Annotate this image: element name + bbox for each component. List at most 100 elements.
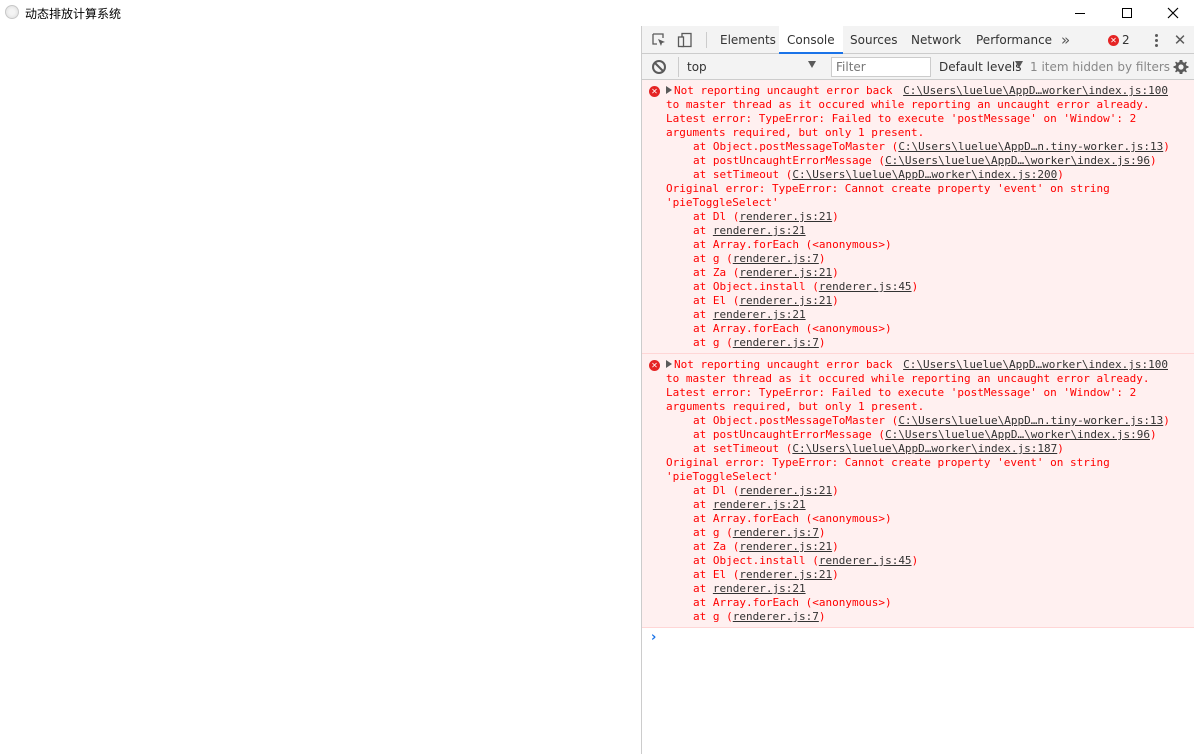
stack-source-link[interactable]: renderer.js:7 [733, 610, 819, 623]
stack-text: 'pieToggleSelect' [666, 470, 779, 483]
stack-line: at Array.forEach (<anonymous>) [666, 512, 1194, 526]
stack-source-link[interactable]: renderer.js:7 [733, 526, 819, 539]
stack-line: at setTimeout (C:\Users\luelue\AppD…work… [666, 442, 1194, 456]
stack-source-link[interactable]: C:\Users\luelue\AppD…n.tiny-worker.js:13 [898, 140, 1163, 153]
stack-line: at renderer.js:21 [666, 498, 1194, 512]
stack-text: at Object.postMessageToMaster ( [693, 140, 899, 153]
close-window-button[interactable] [1150, 0, 1194, 26]
stack-source-link[interactable]: C:\Users\luelue\AppD…\worker\index.js:96 [885, 428, 1150, 441]
stack-line: Latest error: TypeError: Failed to execu… [666, 112, 1194, 126]
console-toolbar: top Default levels 1 item hidden by filt… [642, 54, 1194, 80]
close-icon [1167, 7, 1179, 19]
message-header-text: Not reporting uncaught error back [674, 84, 893, 97]
stack-source-link[interactable]: C:\Users\luelue\AppD…worker\index.js:200 [792, 168, 1057, 181]
maximize-button[interactable] [1104, 0, 1150, 26]
close-devtools-button[interactable]: ✕ [1169, 26, 1191, 54]
stack-line: to master thread as it occured while rep… [666, 372, 1194, 386]
error-icon: ✕ [649, 86, 660, 97]
stack-line: 'pieToggleSelect' [666, 196, 1194, 210]
message-source-link[interactable]: C:\Users\luelue\AppD…worker\index.js:100 [899, 84, 1168, 98]
stack-source-link[interactable]: renderer.js:21 [713, 582, 806, 595]
stack-line: Original error: TypeError: Cannot create… [666, 456, 1194, 470]
stack-text: ) [911, 554, 919, 567]
stack-line: arguments required, but only 1 present. [666, 126, 1194, 140]
stack-text: at postUncaughtErrorMessage ( [693, 154, 886, 167]
stack-text: ) [1057, 442, 1064, 455]
stack-text: ) [818, 526, 826, 539]
stack-line: arguments required, but only 1 present. [666, 400, 1194, 414]
stack-line: at Za (renderer.js:21) [666, 266, 1194, 280]
stack-source-link[interactable]: renderer.js:21 [713, 224, 806, 237]
stack-line: at Array.forEach (<anonymous>) [666, 596, 1194, 610]
stack-text: arguments required, but only 1 present. [666, 126, 925, 139]
devtools-menu-button[interactable] [1147, 26, 1165, 54]
stack-text: ) [832, 210, 839, 223]
stack-text: at El ( [693, 294, 740, 307]
stack-source-link[interactable]: renderer.js:7 [733, 336, 819, 349]
stack-text: at g ( [693, 610, 733, 623]
message-source-link[interactable]: C:\Users\luelue\AppD…worker\index.js:100 [899, 358, 1168, 372]
stack-source-link[interactable]: renderer.js:21 [739, 266, 832, 279]
stack-line: at g (renderer.js:7) [666, 610, 1194, 624]
stack-text: ) [832, 568, 839, 581]
stack-source-link[interactable]: C:\Users\luelue\AppD…worker\index.js:187 [792, 442, 1057, 455]
tab-network[interactable]: Network [909, 26, 963, 54]
stack-line: at Object.install (renderer.js:45) [666, 280, 1194, 294]
stack-source-link[interactable]: renderer.js:21 [713, 308, 806, 321]
tab-console[interactable]: Console [779, 26, 843, 54]
stack-text: at g ( [693, 252, 733, 265]
stack-line: at setTimeout (C:\Users\luelue\AppD…work… [666, 168, 1194, 182]
clear-console-icon[interactable] [652, 60, 666, 74]
expand-triangle-icon[interactable] [666, 360, 672, 368]
console-error-message: ✕ Not reporting uncaught error back C:\Use… [642, 80, 1194, 354]
filter-input[interactable] [831, 57, 931, 77]
stack-text: ) [1163, 414, 1170, 427]
more-tabs-button[interactable]: » [1059, 26, 1072, 54]
message-header-text: Not reporting uncaught error back [674, 358, 893, 371]
stack-line: Latest error: TypeError: Failed to execu… [666, 386, 1194, 400]
tab-elements[interactable]: Elements [718, 26, 778, 54]
stack-source-link[interactable]: renderer.js:21 [713, 498, 806, 511]
tab-sources[interactable]: Sources [848, 26, 899, 54]
stack-line: at Array.forEach (<anonymous>) [666, 238, 1194, 252]
tab-performance[interactable]: Performance [974, 26, 1054, 54]
inspect-element-button[interactable] [646, 26, 672, 54]
console-prompt[interactable]: › [642, 628, 1194, 648]
stack-text: ) [832, 484, 839, 497]
context-selector[interactable]: top [678, 57, 822, 77]
stack-source-link[interactable]: renderer.js:45 [819, 280, 912, 293]
stack-source-link[interactable]: renderer.js:21 [739, 210, 832, 223]
stack-text: ) [1149, 154, 1157, 167]
stack-line: at renderer.js:21 [666, 308, 1194, 322]
stack-text: Original error: TypeError: Cannot create… [666, 456, 1110, 469]
stack-source-link[interactable]: renderer.js:21 [739, 568, 832, 581]
error-counter[interactable]: ✕ 2 [1108, 26, 1130, 54]
stack-line: at Object.install (renderer.js:45) [666, 554, 1194, 568]
device-toolbar-button[interactable] [672, 26, 698, 54]
stack-source-link[interactable]: renderer.js:21 [739, 540, 832, 553]
kebab-dot-icon [1154, 38, 1158, 42]
stack-text: arguments required, but only 1 present. [666, 400, 925, 413]
stack-line: at Dl (renderer.js:21) [666, 484, 1194, 498]
stack-line: at Object.postMessageToMaster (C:\Users\… [666, 414, 1194, 428]
prompt-caret-icon: › [651, 630, 657, 645]
stack-source-link[interactable]: renderer.js:45 [819, 554, 912, 567]
stack-source-link[interactable]: renderer.js:7 [733, 252, 819, 265]
console-messages: ✕ Not reporting uncaught error back C:\Use… [642, 80, 1194, 754]
stack-text: Latest error: TypeError: Failed to execu… [666, 386, 1137, 399]
stack-line: at renderer.js:21 [666, 582, 1194, 596]
expand-triangle-icon[interactable] [666, 86, 672, 94]
stack-source-link[interactable]: renderer.js:21 [739, 294, 832, 307]
stack-text: at Object.install ( [693, 554, 819, 567]
kebab-dot-icon [1154, 33, 1158, 37]
stack-source-link[interactable]: renderer.js:21 [739, 484, 832, 497]
stack-text: at Object.postMessageToMaster ( [693, 414, 899, 427]
stack-source-link[interactable]: C:\Users\luelue\AppD…n.tiny-worker.js:13 [898, 414, 1163, 427]
stack-source-link[interactable]: C:\Users\luelue\AppD…\worker\index.js:96 [885, 154, 1150, 167]
log-levels-dropdown[interactable]: Default levels [939, 57, 1021, 77]
stack-text: at Dl ( [693, 484, 740, 497]
gear-icon[interactable] [1173, 59, 1189, 75]
minimize-button[interactable] [1057, 0, 1103, 26]
stack-text: ) [832, 294, 839, 307]
error-count: 2 [1122, 33, 1130, 47]
